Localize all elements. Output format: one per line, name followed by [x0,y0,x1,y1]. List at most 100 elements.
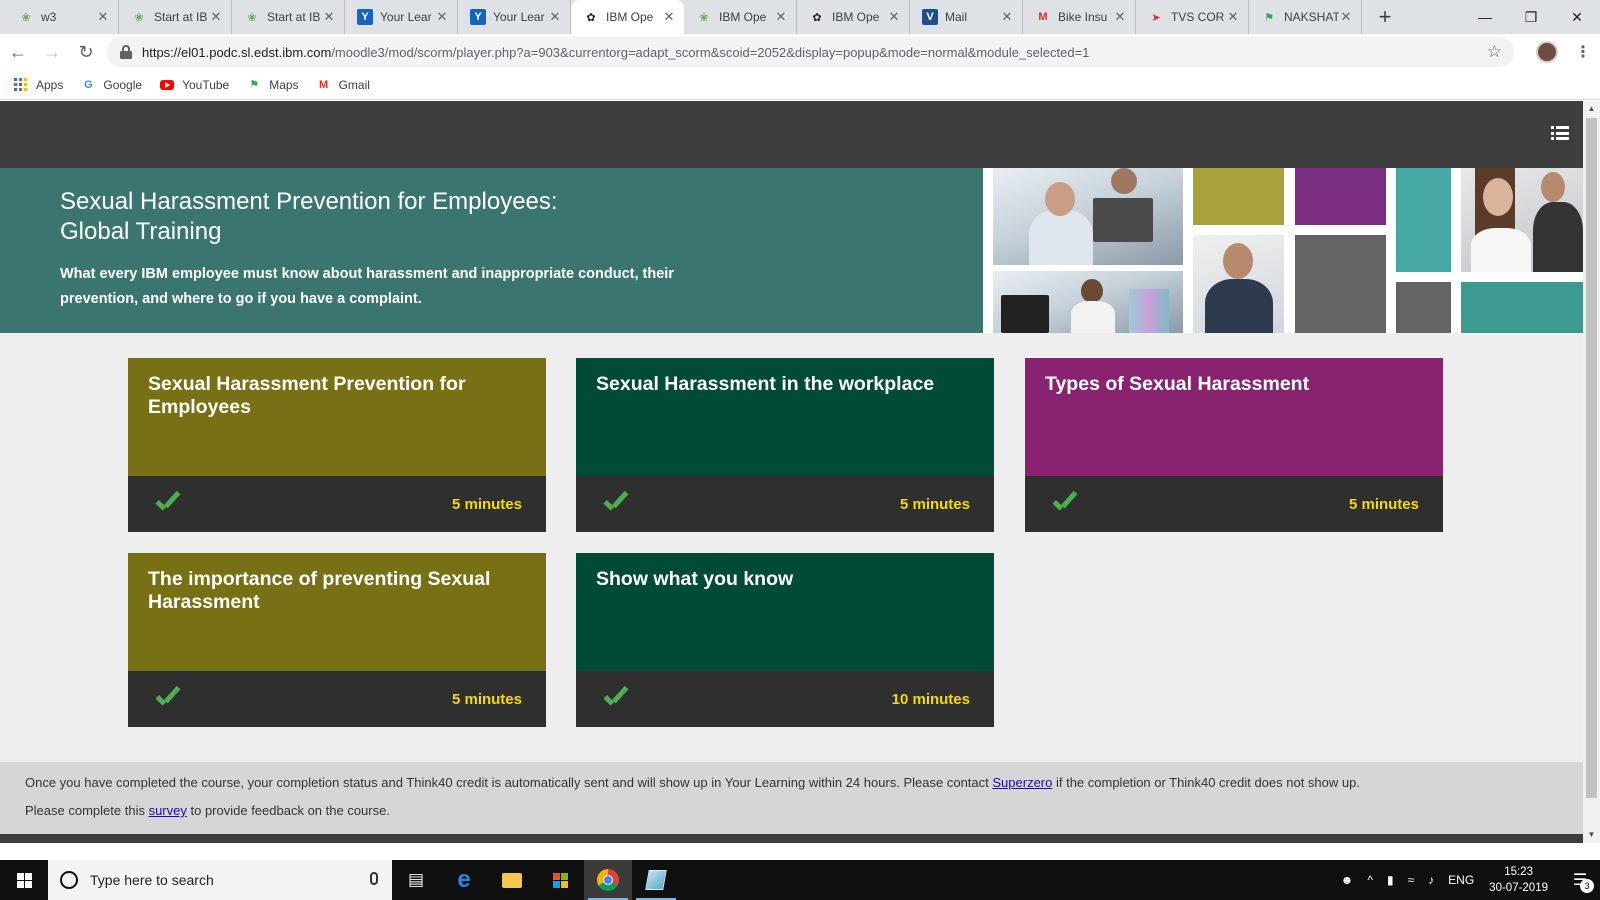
new-tab-button[interactable]: + [1368,0,1402,34]
tab-title: Start at IB [154,10,208,24]
edge-taskbar-button[interactable]: e [440,860,488,900]
language-indicator[interactable]: ENG [1448,873,1474,887]
battery-icon[interactable]: ▮ [1387,873,1394,887]
tab-close-icon[interactable]: ✕ [1339,9,1353,25]
page-scrollbar[interactable]: ▲ ▼ [1583,101,1600,843]
file-explorer-taskbar-button[interactable] [488,860,536,900]
footer-bar [0,834,1583,843]
course-menu-icon[interactable] [1551,126,1569,140]
tab-close-icon[interactable]: ✕ [1000,9,1014,25]
browser-tab[interactable]: M Bike Insu ✕ [1023,0,1136,34]
browser-tab[interactable]: Y Your Lear ✕ [345,0,458,34]
tab-close-icon[interactable]: ✕ [1113,9,1127,25]
window-controls: — ❐ ✕ [1462,0,1600,34]
browser-tab-active[interactable]: ✿ IBM Ope ✕ [571,0,684,34]
module-title: Types of Sexual Harassment [1025,358,1443,476]
address-bar[interactable]: https://el01.podc.sl.edst.ibm.com/moodle… [106,37,1514,67]
tab-title: Your Lear [493,10,545,24]
module-card[interactable]: The importance of preventing Sexual Hara… [128,553,546,727]
module-title: Sexual Harassment in the workplace [576,358,994,476]
browser-tab[interactable]: ❀ Start at IB ✕ [232,0,345,34]
superzero-link[interactable]: Superzero [992,775,1052,790]
module-card[interactable]: Sexual Harassment in the workplace 5 minu… [576,358,994,532]
module-status-bar: 5 minutes [576,476,994,532]
tab-title: Mail [945,10,968,24]
store-taskbar-button[interactable] [536,860,584,900]
ibm-bee-icon: ❀ [247,11,257,24]
microphone-icon[interactable] [370,872,378,885]
taskbar-clock[interactable]: 15:23 30-07-2019 [1489,864,1548,896]
browser-tab[interactable]: ✿ IBM Ope ✕ [797,0,910,34]
bookmark-maps[interactable]: ⚑ Maps [247,78,298,92]
browser-menu-icon[interactable]: ⋮ [1575,42,1591,62]
completed-check-icon [158,492,180,510]
browser-tab[interactable]: ⚑ NAKSHAT ✕ [1249,0,1362,34]
tab-close-icon[interactable]: ✕ [887,9,901,25]
show-hidden-icons-chevron-icon[interactable]: ^ [1367,873,1373,887]
notes-taskbar-button[interactable] [632,860,680,900]
wifi-icon[interactable]: ≈ [1408,873,1415,887]
bookmark-label: Maps [269,77,299,92]
scroll-down-arrow-icon[interactable]: ▼ [1583,827,1600,843]
back-arrow-icon: ← [9,41,27,62]
back-button[interactable]: ← [2,36,34,68]
tab-title: Your Lear [380,10,432,24]
completion-note: Once you have completed the course, your… [25,775,1583,790]
scroll-up-arrow-icon[interactable]: ▲ [1583,101,1600,117]
reload-icon: ↻ [78,41,94,62]
reload-button[interactable]: ↻ [70,36,102,68]
folder-icon [502,872,522,888]
close-window-button[interactable]: ✕ [1554,0,1600,34]
completed-check-icon [606,492,628,510]
bookmark-label: Google [103,77,143,92]
tab-close-icon[interactable]: ✕ [322,9,336,25]
notification-count-badge: 3 [1580,879,1594,893]
module-title: Show what you know [576,553,994,671]
bookmark-google[interactable]: G Google [81,78,142,92]
browser-tab[interactable]: ➤ TVS COR ✕ [1136,0,1249,34]
survey-note: Please complete this survey to provide f… [25,803,1583,818]
profile-avatar[interactable] [1536,41,1558,63]
tab-close-icon[interactable]: ✕ [96,9,110,25]
start-button[interactable] [0,860,48,900]
woman-photo [1461,168,1583,272]
taskbar-search-box[interactable]: Type here to search [48,860,392,900]
tab-close-icon[interactable]: ✕ [548,9,562,25]
bookmark-gmail[interactable]: M Gmail [317,78,370,92]
bookmark-star-icon[interactable]: ☆ [1487,42,1502,62]
tab-close-icon[interactable]: ✕ [1226,9,1240,25]
volume-icon[interactable]: ♪ [1428,873,1434,887]
system-tray: ☻ ^ ▮ ≈ ♪ ENG 15:23 30-07-2019 ☰ 3 [1334,860,1600,900]
bookmark-label: YouTube [182,77,230,92]
tab-close-icon[interactable]: ✕ [774,9,788,25]
browser-tab-strip: ❀ w3 ✕ ❀ Start at IB ✕ ❀ Start at IB ✕ Y Your Lear… [0,0,1600,34]
browser-tab[interactable]: ❀ Start at IB ✕ [119,0,232,34]
tab-close-icon[interactable]: ✕ [662,9,676,25]
browser-tab[interactable]: V Mail ✕ [910,0,1023,34]
module-card[interactable]: Show what you know 10 minutes [576,553,994,727]
forward-button[interactable]: → [36,36,68,68]
scrollbar-thumb[interactable] [1586,118,1597,798]
module-duration: 10 minutes [891,691,970,708]
completion-note-text-end: if the completion or Think40 credit does… [1052,775,1360,790]
browser-tab[interactable]: ❀ w3 ✕ [6,0,119,34]
action-center-button[interactable]: ☰ 3 [1560,860,1600,900]
completed-check-icon [1055,492,1077,510]
people-icon[interactable]: ☻ [1341,873,1354,887]
minimize-button[interactable]: — [1462,0,1508,34]
module-card[interactable]: Sexual Harassment Prevention for Employe… [128,358,546,532]
survey-link[interactable]: survey [149,803,187,818]
module-card[interactable]: Types of Sexual Harassment 5 minutes [1025,358,1443,532]
businessman-photo [1193,235,1284,333]
tab-close-icon[interactable]: ✕ [435,9,449,25]
browser-tab[interactable]: ❀ IBM Ope ✕ [684,0,797,34]
chrome-taskbar-button[interactable] [584,860,632,900]
browser-tab[interactable]: Y Your Lear ✕ [458,0,571,34]
bookmark-youtube[interactable]: YouTube [160,78,229,92]
course-footer: Once you have completed the course, your… [0,762,1583,834]
purple-tile [1295,168,1386,225]
tab-close-icon[interactable]: ✕ [209,9,223,25]
restore-button[interactable]: ❐ [1508,0,1554,34]
bookmark-apps[interactable]: Apps [14,77,63,92]
task-view-button[interactable]: ▤ [392,860,440,900]
